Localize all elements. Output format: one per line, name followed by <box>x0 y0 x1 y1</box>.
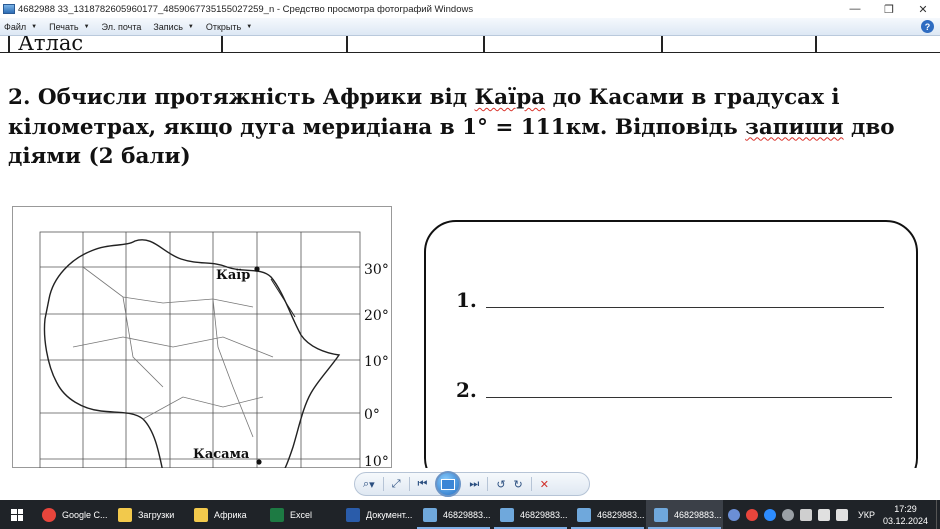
taskbar-item-photo-1[interactable]: 46829883... <box>415 500 492 529</box>
language-indicator[interactable]: УКР <box>858 510 875 520</box>
next-button[interactable]: ⏭ <box>469 476 479 492</box>
windows-logo-icon <box>11 508 23 521</box>
restore-button[interactable]: ❐ <box>872 0 906 18</box>
previous-button[interactable]: ⏮ <box>418 476 428 492</box>
volume-icon[interactable] <box>835 508 848 521</box>
taskbar-item-word[interactable]: Документ... <box>338 500 415 529</box>
system-tray: УКР 17:29 03.12.2024 <box>727 500 940 529</box>
chevron-down-icon: ▼ <box>246 23 253 30</box>
chevron-down-icon: ▼ <box>187 23 194 30</box>
photo-canvas: Атлас 2. Обчисли протяжність Африки від … <box>0 36 940 468</box>
viewer-toolbar: ⌕ ▾ ⤢ ⏮ ⏭ ↺ ↻ ✕ <box>354 471 590 497</box>
lat-label: 30° <box>364 262 389 278</box>
photo-icon <box>423 507 437 522</box>
slideshow-button[interactable] <box>435 471 462 497</box>
window-title: 4682988 33_1318782605960177_485906773515… <box>18 3 474 15</box>
taskbar-item-downloads[interactable]: Загрузки <box>110 500 186 529</box>
word-icon <box>346 507 360 522</box>
delete-icon: ✕ <box>539 478 549 491</box>
zoom-button[interactable]: ⌕ ▾ <box>363 476 375 492</box>
table-cell-text: Атлас <box>18 36 84 55</box>
answer-line-1: 1. <box>456 288 884 312</box>
chrome-tray-icon[interactable] <box>745 508 758 521</box>
question-text: 2. Обчисли протяжність Африки від Каїра … <box>8 85 895 169</box>
photo-icon <box>654 507 668 522</box>
window-controls: — ❐ ✕ <box>838 0 940 18</box>
taskbar-item-chrome[interactable]: Google C... <box>34 500 110 529</box>
menu-open[interactable]: Открыть ▼ <box>206 22 252 32</box>
close-button[interactable]: ✕ <box>906 0 940 18</box>
rotate-ccw-icon: ↺ <box>496 478 506 491</box>
city-label-kasama: Касама <box>193 447 250 462</box>
taskbar-item-photo-2[interactable]: 46829883... <box>492 500 569 529</box>
chevron-down-icon: ▼ <box>31 23 38 30</box>
taskbar-item-excel[interactable]: Excel <box>262 500 338 529</box>
menu-bar: Файл ▼ Печать ▼ Эл. почта Запись ▼ Открыть ▼… <box>0 18 940 36</box>
photo-icon <box>500 507 514 522</box>
previous-icon: ⏮ <box>417 477 428 490</box>
clock[interactable]: 17:29 03.12.2024 <box>883 503 928 527</box>
next-icon: ⏭ <box>469 477 480 490</box>
city-label-cairo: Каїр <box>216 268 250 283</box>
folder-icon <box>118 507 132 522</box>
answer-box: 1. 2. <box>424 220 918 468</box>
start-button[interactable] <box>0 500 34 529</box>
battery-icon[interactable] <box>817 508 830 521</box>
folder-icon <box>194 507 208 522</box>
menu-print[interactable]: Печать ▼ <box>49 22 89 32</box>
show-desktop-button[interactable] <box>936 500 940 529</box>
taskbar-item-africa-folder[interactable]: Африка <box>186 500 262 529</box>
answer-number: 2. <box>456 378 477 402</box>
menu-burn[interactable]: Запись ▼ <box>153 22 193 32</box>
lat-label: 0° <box>364 407 380 423</box>
answer-line-2: 2. <box>456 378 892 402</box>
table-fragment: Атлас <box>0 36 940 55</box>
menu-email[interactable]: Эл. почта <box>102 22 142 32</box>
chevron-down-icon: ▼ <box>83 23 90 30</box>
lat-label: 10° <box>364 354 389 370</box>
menu-file[interactable]: Файл ▼ <box>4 22 37 32</box>
taskbar: Google C... Загрузки Африка Excel Докуме… <box>0 500 940 529</box>
cairo-marker <box>254 266 260 272</box>
chevron-down-icon: ▾ <box>369 478 375 491</box>
bluetooth-icon[interactable] <box>781 508 794 521</box>
taskbar-item-photo-3[interactable]: 46829883... <box>569 500 646 529</box>
zoom-icon[interactable] <box>763 508 776 521</box>
africa-map: Каїр Касама 30° 20° 10° 0° 10° <box>12 206 392 468</box>
africa-map-drawing: Каїр Касама 30° 20° 10° 0° 10° <box>39 231 389 468</box>
kasama-marker <box>256 459 262 465</box>
fit-window-icon: ⤢ <box>391 477 401 490</box>
title-bar: 4682988 33_1318782605960177_485906773515… <box>0 0 940 18</box>
chrome-icon <box>42 507 56 522</box>
photo-viewer-app-icon <box>3 4 15 14</box>
delete-button[interactable]: ✕ <box>540 476 549 492</box>
rotate-right-button[interactable]: ↻ <box>514 476 523 492</box>
answer-number: 1. <box>456 288 477 312</box>
security-icon[interactable] <box>799 508 812 521</box>
minimize-button[interactable]: — <box>838 0 872 18</box>
taskbar-item-photo-4[interactable]: 46829883... <box>646 500 723 529</box>
viber-icon[interactable] <box>727 508 740 521</box>
rotate-cw-icon: ↻ <box>513 478 523 491</box>
actual-size-button[interactable]: ⤢ <box>392 476 401 492</box>
lat-label: 10° <box>364 454 389 468</box>
excel-icon <box>270 507 284 522</box>
rotate-left-button[interactable]: ↺ <box>496 476 505 492</box>
photo-icon <box>577 507 591 522</box>
help-icon[interactable]: ? <box>921 20 934 33</box>
lat-label: 20° <box>364 308 389 324</box>
